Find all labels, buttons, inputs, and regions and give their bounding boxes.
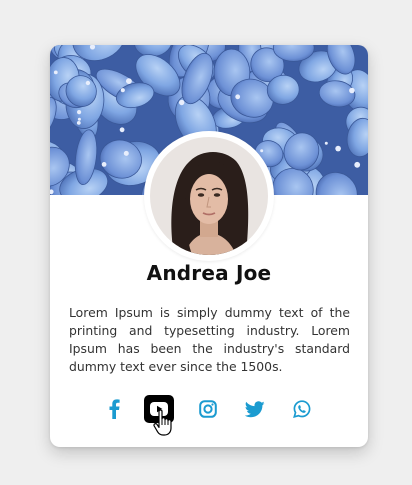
profile-name: Andrea Joe [146,261,272,285]
flower-center [324,141,328,145]
flower-center [260,149,264,153]
profile-card: Andrea Joe Lorem Ipsum is simply dummy t… [50,45,368,447]
twitter-link[interactable] [240,395,270,423]
flower-center [235,94,241,100]
flower-center [77,110,82,115]
instagram-icon [199,400,217,418]
flower-center [335,145,341,152]
flower-center [76,121,81,125]
flower-center [354,161,361,168]
flower-center [126,78,132,84]
facebook-icon [109,399,120,419]
flower-center [53,70,58,75]
flower-center [101,162,107,167]
flower-center [85,80,91,86]
avatar-photo [150,137,268,255]
flower-center [77,117,81,121]
flower-center [349,87,355,94]
whatsapp-link[interactable] [287,395,317,423]
flower-center [123,150,129,156]
avatar [144,131,274,261]
whatsapp-icon [293,400,311,418]
instagram-link[interactable] [193,395,223,423]
facebook-link[interactable] [99,395,129,423]
youtube-link[interactable] [144,395,174,423]
social-links [50,395,368,425]
flower-center [179,99,185,106]
flower-center [120,88,125,93]
flower-center [119,127,125,133]
twitter-icon [245,400,265,417]
youtube-icon [150,402,168,416]
profile-bio: Lorem Ipsum is simply dummy text of the … [69,305,350,374]
